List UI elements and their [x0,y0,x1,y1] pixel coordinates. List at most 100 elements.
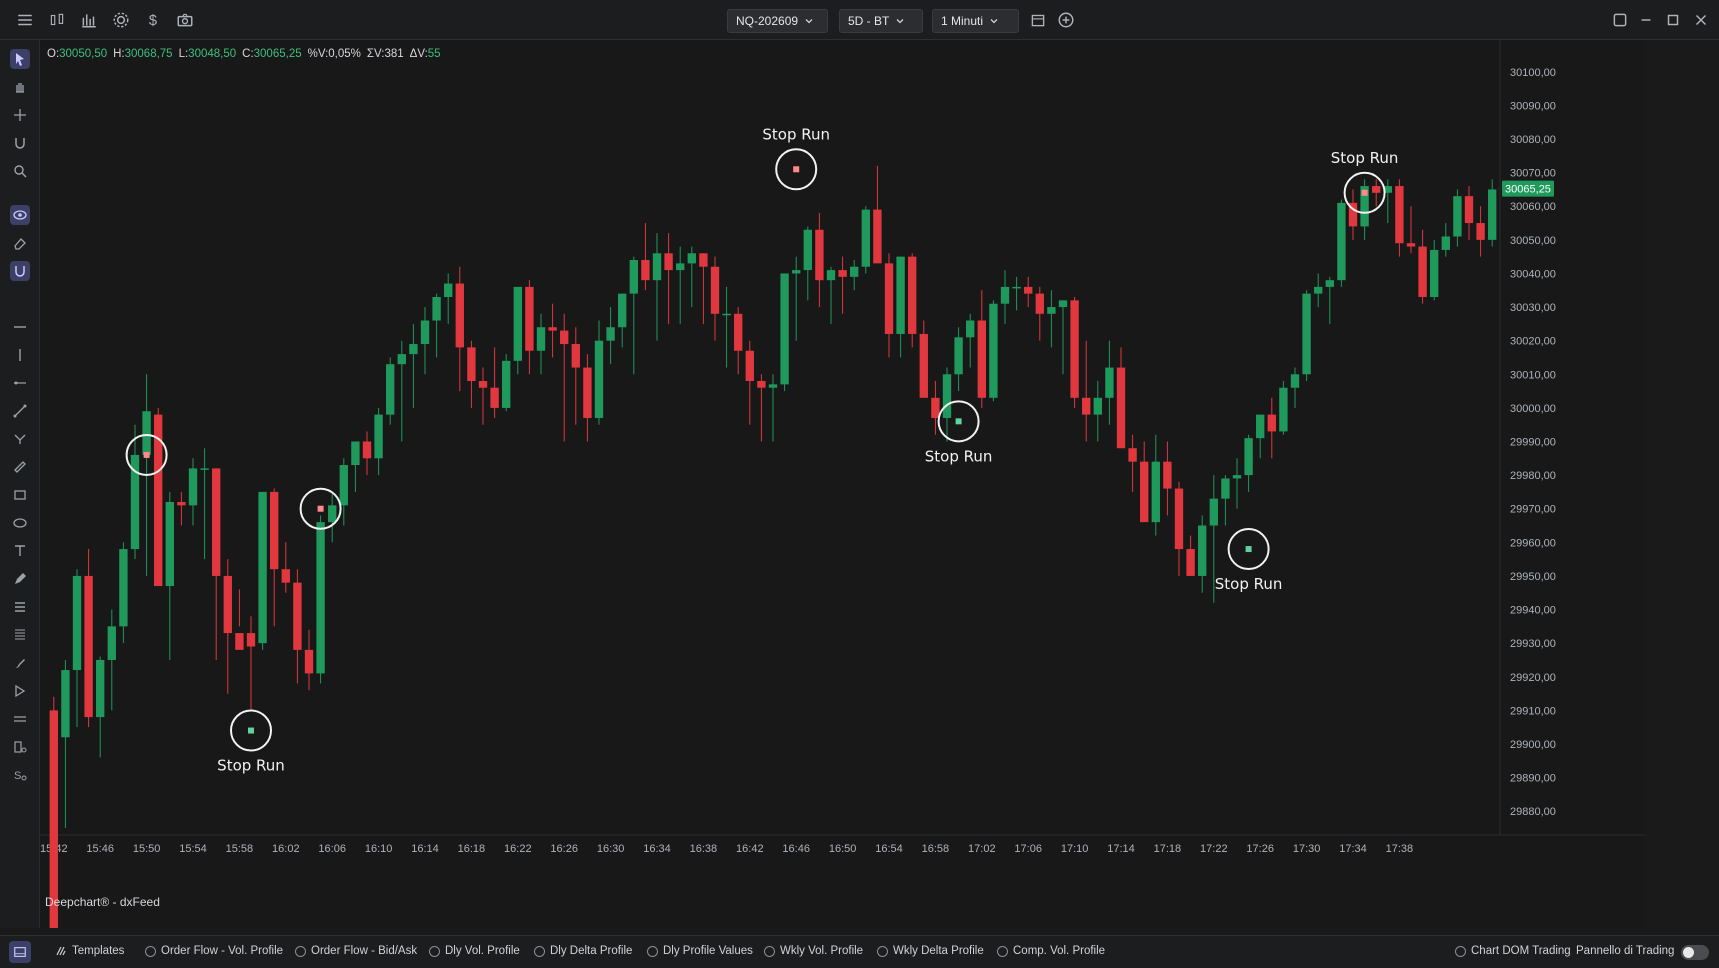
templates-label: Templates [72,945,125,957]
template-dly-delta-profile[interactable]: Dly Delta Profile [534,945,632,957]
pencil-icon[interactable] [10,569,30,589]
ruler-icon[interactable] [10,457,30,477]
candle-body [594,340,604,418]
candle-body [815,229,824,281]
low-value: 30048,50 [188,48,237,60]
stop-run-dot [1361,189,1368,196]
high-value: 30068,75 [124,48,173,60]
magnet-lock-icon[interactable] [10,261,30,281]
range-selector[interactable]: 5D - BT [839,9,923,33]
candle-body [606,327,615,341]
price-tick-label: 29950,00 [1510,571,1556,583]
candle-body [1453,196,1462,237]
time-tick-label: 17:30 [1293,843,1321,855]
fibonacci-icon[interactable] [10,625,30,645]
cursor-arrow-icon[interactable] [10,49,30,69]
template-wkly-delta-profile[interactable]: Wkly Delta Profile [877,945,984,957]
trading-panel-toggle[interactable] [1681,945,1709,960]
camera-icon[interactable] [174,9,196,31]
arrow-tool-icon[interactable] [10,681,30,701]
vertical-line-icon[interactable] [10,345,30,365]
list-icon[interactable] [10,597,30,617]
settings-gear-icon[interactable] [110,9,132,31]
price-tick-label: 29960,00 [1510,537,1556,549]
candle-body [1116,367,1126,449]
hand-pan-icon[interactable] [10,77,30,97]
price-tick-label: 29890,00 [1510,773,1556,785]
stop-run-dot [143,451,150,458]
magnet-icon[interactable] [10,133,30,153]
stop-run-label: Stop Run [925,447,993,465]
candle-body [270,491,279,570]
stop-run-dot [793,166,800,173]
menu-icon[interactable] [14,9,36,31]
template-order-flow-bid-ask[interactable]: Order Flow - Bid/Ask [295,945,417,957]
candle-body [1198,525,1207,576]
window-layout-icon[interactable] [1609,9,1631,31]
candle-body [119,549,128,627]
chart-dom-trading-option[interactable]: Chart DOM Trading [1455,945,1571,957]
time-tick-label: 16:18 [458,843,486,855]
template-dly-vol-profile[interactable]: Dly Vol. Profile [429,945,520,957]
rectangle-icon[interactable] [10,485,30,505]
candle-body [722,313,731,316]
price-tick-label: 29880,00 [1510,806,1556,818]
candle-body [1105,367,1114,398]
candle-body [84,575,93,718]
candle-body [1128,448,1137,462]
time-tick-label: 16:58 [922,843,950,855]
candle-body [954,337,963,375]
zoom-icon[interactable] [10,161,30,181]
text-icon[interactable] [10,541,30,561]
eye-icon[interactable] [10,205,30,225]
low-label: L: [178,48,189,60]
path-icon[interactable] [10,429,30,449]
ray-line-icon[interactable] [10,373,30,393]
candle-body [1488,189,1497,240]
alert-settings-icon[interactable] [10,737,30,757]
eraser-icon[interactable] [10,233,30,253]
stop-run-dot [955,418,962,425]
chart-panel-icon[interactable] [9,941,31,963]
candle-body [1476,223,1485,240]
stop-run-dot [1245,546,1252,553]
candle-body [61,670,70,738]
template-label: Comp. Vol. Profile [1013,945,1106,957]
price-tick-label: 29980,00 [1510,470,1556,482]
candle-body [1221,478,1230,499]
candle-body [1302,293,1311,375]
timeframe-selector[interactable]: 1 Minuti [932,9,1019,33]
time-tick-label: 16:42 [736,843,764,855]
trend-line-icon[interactable] [10,401,30,421]
candle-body [1267,414,1276,432]
candle-body [1058,300,1068,308]
template-dly-profile-values[interactable]: Dly Profile Values [647,945,753,957]
bar-chart-icon[interactable] [78,9,100,31]
calendar-icon[interactable] [1027,9,1049,31]
symbol-selector[interactable]: NQ-202609 [727,9,828,33]
candlestick-chart-svg[interactable]: 30100,00 30090,00 30080,00 30070,00 30060,00… [40,40,1644,928]
time-tick-label: 17:34 [1339,843,1367,855]
candle-body [397,354,406,365]
candles-icon[interactable] [46,9,68,31]
strategy-icon[interactable]: S [10,765,30,785]
candle-body [1024,286,1033,294]
levels-icon[interactable] [10,709,30,729]
template-order-flow-vol-profile[interactable]: Order Flow - Vol. Profile [145,945,283,957]
candle-body [1012,286,1021,289]
brush-icon[interactable] [10,653,30,673]
maximize-icon[interactable] [1662,9,1684,31]
price-chart[interactable]: 30100,00 30090,00 30080,00 30070,00 30060,00… [40,40,1644,928]
add-circle-icon[interactable] [1055,9,1077,31]
template-comp-vol-profile[interactable]: Comp. Vol. Profile [997,945,1105,957]
ellipse-icon[interactable] [10,513,30,533]
stop-run-dot [248,727,254,734]
crosshair-icon[interactable] [10,105,30,125]
horizontal-line-icon[interactable] [10,317,30,337]
close-icon[interactable] [1690,9,1712,31]
high-label: H: [113,48,125,60]
minimize-icon[interactable] [1635,9,1657,31]
templates-button[interactable]: Templates [55,945,124,957]
dollar-icon[interactable]: $ [142,9,164,31]
template-wkly-vol-profile[interactable]: Wkly Vol. Profile [764,945,863,957]
